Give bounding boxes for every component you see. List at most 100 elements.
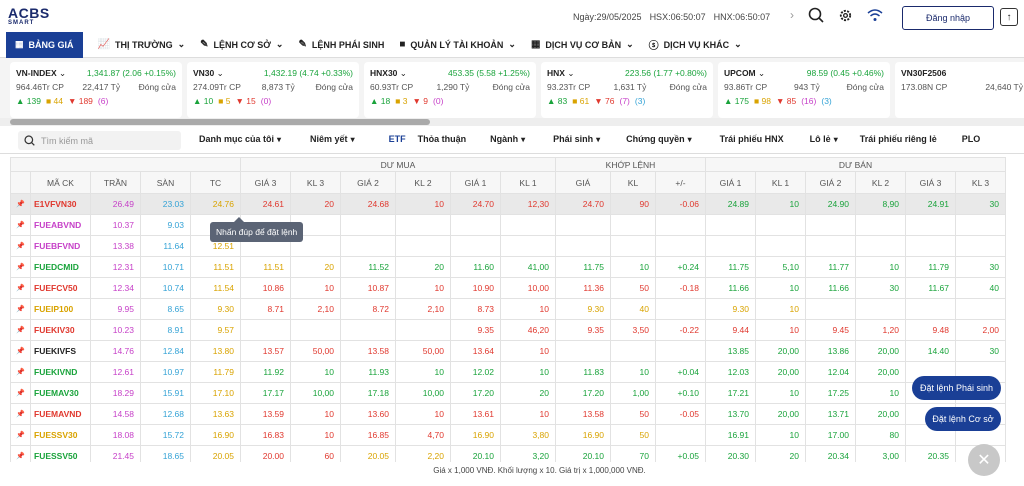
- column-header[interactable]: KL: [610, 171, 656, 194]
- index-card[interactable]: UPCOM ⌄ 98.59 (0.45 +0.46%) 93.86Tr CP 943 …: [718, 62, 890, 118]
- index-name: HNX: [547, 68, 565, 78]
- table-row[interactable]: 📌 FUEBFVND 13.38 11.64 12.51: [10, 235, 1006, 257]
- symbol-cell[interactable]: E1VFVN30: [30, 193, 91, 215]
- table-row[interactable]: 📌 FUEKIVFS 14.76 12.84 13.80 13.57 50,00 13.58 5…: [10, 340, 1006, 362]
- acbs-logo[interactable]: ACBS SMART: [8, 6, 50, 26]
- table-row[interactable]: 📌 FUESSV30 18.08 15.72 16.90 16.83 10 16.85 4,70…: [10, 424, 1006, 446]
- filter-tab[interactable]: Chứng quyền ▾: [626, 134, 692, 144]
- symbol-cell[interactable]: FUESSV30: [30, 424, 91, 446]
- price-cell: 23.03: [140, 193, 191, 215]
- pin-icon[interactable]: 📌: [10, 235, 31, 257]
- column-header[interactable]: GIÁ 3: [240, 171, 291, 194]
- column-header[interactable]: GIÁ 1: [450, 171, 501, 194]
- column-header[interactable]: KL 3: [955, 171, 1006, 194]
- pin-icon[interactable]: 📌: [10, 403, 31, 425]
- symbol-cell[interactable]: FUEKIVFS: [30, 340, 91, 362]
- pin-icon[interactable]: 📌: [10, 214, 31, 236]
- column-header[interactable]: KL 1: [755, 171, 806, 194]
- nav-thi-truong[interactable]: 📈 THỊ TRƯỜNG ⌄: [98, 39, 186, 50]
- chevron-down-icon[interactable]: ⌄: [565, 68, 574, 78]
- symbol-cell[interactable]: FUEKIV30: [30, 319, 91, 341]
- index-card[interactable]: VN30 ⌄ 1,432.19 (4.74 +0.33%) 274.09Tr CP 8…: [187, 62, 359, 118]
- filter-tab[interactable]: PLO: [962, 134, 981, 144]
- nav-dich-vu-khac[interactable]: ⓢ DỊCH VỤ KHÁC ⌄: [649, 37, 742, 52]
- search-placeholder[interactable]: Tìm kiếm mã: [41, 136, 93, 146]
- table-row[interactable]: 📌 FUEMAVND 14.58 12.68 13.63 13.59 10 13.60 10 13…: [10, 403, 1006, 425]
- filter-tab[interactable]: Ngành ▾: [490, 134, 525, 144]
- pin-icon[interactable]: 📌: [10, 382, 31, 404]
- login-button[interactable]: Đăng nhập: [902, 6, 994, 30]
- nav-lenh-phai-sinh[interactable]: ✎ LỆNH PHÁI SINH: [298, 39, 384, 50]
- filter-tab[interactable]: Phái sinh ▾: [553, 134, 600, 144]
- column-header[interactable]: MÃ CK: [30, 171, 91, 194]
- symbol-cell[interactable]: FUEIP100: [30, 298, 91, 320]
- column-header[interactable]: KL 2: [855, 171, 906, 194]
- table-row[interactable]: 📌 FUEIP100 9.95 8.65 9.30 8.71 2,10 8.72 2,10 8.7…: [10, 298, 1006, 320]
- index-card[interactable]: HNX30 ⌄ 453.35 (5.58 +1.25%) 60.93Tr CP 1,2…: [364, 62, 536, 118]
- pin-icon[interactable]: 📌: [10, 319, 31, 341]
- index-row-1: VN30F25061,421.2: [901, 66, 1024, 80]
- index-card[interactable]: HNX ⌄ 223.56 (1.77 +0.80%) 93.23Tr CP 1,631…: [541, 62, 713, 118]
- column-header[interactable]: TRẦN: [90, 171, 141, 194]
- search-box[interactable]: Tìm kiếm mã: [18, 131, 181, 150]
- symbol-cell[interactable]: FUEFCV50: [30, 277, 91, 299]
- column-header[interactable]: GIÁ 3: [905, 171, 956, 194]
- column-header[interactable]: GIÁ: [555, 171, 611, 194]
- order-base-button[interactable]: Đặt lệnh Cơ sở: [925, 407, 1001, 431]
- column-header[interactable]: SÀN: [140, 171, 191, 194]
- column-header[interactable]: +/-: [655, 171, 706, 194]
- table-row[interactable]: 📌 FUEFCV50 12.34 10.74 11.54 10.86 10 10.87 10 10…: [10, 277, 1006, 299]
- chevron-down-icon[interactable]: ⌄: [397, 68, 407, 78]
- symbol-cell[interactable]: FUEKIVND: [30, 361, 91, 383]
- symbol-cell[interactable]: FUEMAV30: [30, 382, 91, 404]
- nav-quan-ly-tai-khoan[interactable]: ■ QUẢN LÝ TÀI KHOẢN ⌄: [399, 39, 516, 50]
- column-header[interactable]: GIÁ 2: [805, 171, 856, 194]
- upload-icon[interactable]: ↑: [1000, 8, 1018, 26]
- nav-dich-vu-co-ban[interactable]: ▦ DỊCH VỤ CƠ BẢN ⌄: [531, 39, 634, 50]
- table-row[interactable]: 📌 FUEKIVND 12.61 10.97 11.79 11.92 10 11.93 10 12…: [10, 361, 1006, 383]
- index-card[interactable]: VN30F25061,421.2 173.08N CP 24,640 Tỷ: [895, 62, 1024, 118]
- table-row[interactable]: 📌 FUEDCMID 12.31 10.71 11.51 11.51 20 11.52 20 11…: [10, 256, 1006, 278]
- chevron-down-icon[interactable]: ⌄: [214, 68, 224, 78]
- index-card[interactable]: VN-INDEX ⌄ 1,341.87 (2.06 +0.15%) 964.46Tr…: [10, 62, 182, 118]
- pin-icon[interactable]: 📌: [10, 424, 31, 446]
- filter-tab[interactable]: Thỏa thuận: [418, 134, 467, 144]
- symbol-cell[interactable]: FUEABVND: [30, 214, 91, 236]
- column-header[interactable]: TC: [190, 171, 241, 194]
- close-icon[interactable]: ✕: [968, 444, 1000, 476]
- filter-tab[interactable]: Niêm yết ▾: [310, 134, 355, 144]
- nav-lenh-co-so[interactable]: ✎ LỆNH CƠ SỞ ⌄: [200, 39, 283, 50]
- table-row[interactable]: 📌 FUEKIV30 10.23 8.91 9.57 9.35 46,20 9.35 3,50-…: [10, 319, 1006, 341]
- symbol-cell[interactable]: FUEBFVND: [30, 235, 91, 257]
- scrollbar-thumb[interactable]: [10, 119, 430, 125]
- pin-icon[interactable]: 📌: [10, 193, 31, 215]
- chevron-down-icon[interactable]: ⌄: [57, 68, 66, 78]
- filter-tab[interactable]: Danh mục của tôi ▾: [199, 134, 281, 144]
- pin-icon[interactable]: 📌: [10, 256, 31, 278]
- pin-icon[interactable]: 📌: [10, 277, 31, 299]
- table-row[interactable]: 📌 FUEABVND 10.37 9.03: [10, 214, 1006, 236]
- column-header[interactable]: GIÁ 1: [705, 171, 756, 194]
- pin-icon[interactable]: 📌: [10, 340, 31, 362]
- nav-bang-gia[interactable]: ▦ BẢNG GIÁ: [6, 31, 83, 58]
- filter-tab[interactable]: Lô lẻ ▾: [810, 134, 838, 144]
- column-header[interactable]: GIÁ 2: [340, 171, 396, 194]
- filter-tab[interactable]: Trái phiếu HNX: [720, 134, 784, 144]
- chevron-right-icon[interactable]: ›: [790, 8, 794, 22]
- pin-icon[interactable]: 📌: [10, 298, 31, 320]
- symbol-cell[interactable]: FUEMAVND: [30, 403, 91, 425]
- chevron-down-icon[interactable]: ⌄: [756, 68, 765, 78]
- gear-icon[interactable]: [838, 8, 853, 23]
- filter-tab[interactable]: ETF: [389, 134, 406, 144]
- filter-tab[interactable]: Trái phiếu riêng lẻ: [860, 134, 937, 144]
- search-icon[interactable]: [808, 7, 824, 23]
- column-header[interactable]: KL 3: [290, 171, 341, 194]
- column-header[interactable]: KL 1: [500, 171, 556, 194]
- table-row[interactable]: 📌 FUEMAV30 18.29 15.91 17.10 17.17 10,00 17.18 1…: [10, 382, 1006, 404]
- column-header[interactable]: KL 2: [395, 171, 451, 194]
- order-derivative-button[interactable]: Đặt lệnh Phái sinh: [912, 376, 1001, 400]
- symbol-cell[interactable]: FUEDCMID: [30, 256, 91, 278]
- horizontal-scrollbar[interactable]: [0, 118, 1024, 126]
- pin-icon[interactable]: 📌: [10, 361, 31, 383]
- table-row[interactable]: 📌 E1VFVN30 26.49 23.03 24.76 24.61 20 24.68 10 24…: [10, 193, 1006, 215]
